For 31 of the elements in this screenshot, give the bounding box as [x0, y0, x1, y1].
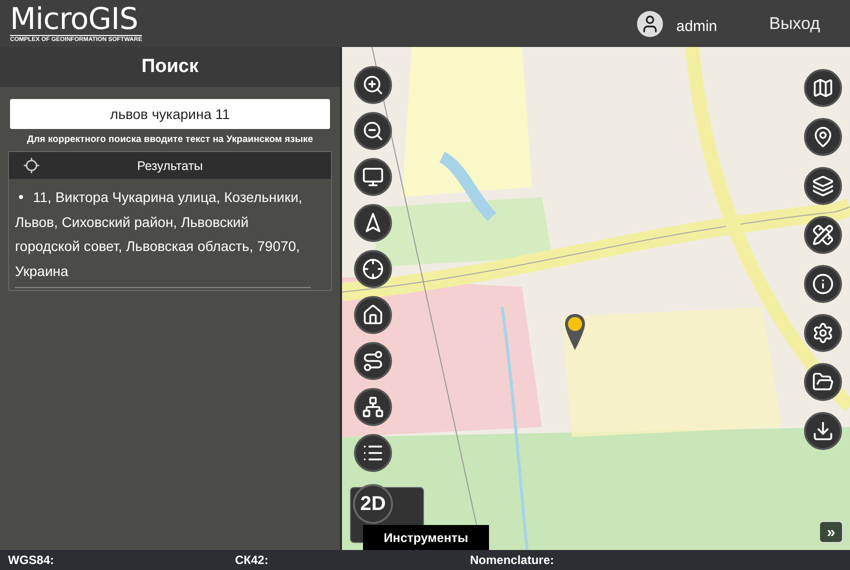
coordinate-label: СК42:	[235, 553, 270, 567]
folder-icon	[812, 371, 834, 393]
network-icon	[362, 396, 384, 418]
route-icon	[362, 350, 384, 372]
zoom-in-icon	[362, 74, 384, 96]
crosshair-icon	[362, 258, 384, 280]
logo-title: MicroGIS	[10, 4, 139, 34]
results-title: Результаты	[137, 158, 203, 172]
zoom-out-icon	[362, 120, 384, 142]
house-icon	[362, 304, 384, 326]
panel-title: Поиск	[0, 47, 340, 87]
user-name: admin	[676, 18, 718, 35]
avatar-icon	[637, 10, 664, 36]
search-hint: Для корректного поиска вводите текст на Украинском языке	[26, 134, 314, 145]
target-icon	[23, 157, 40, 174]
download-icon	[812, 420, 834, 442]
logout-link[interactable]: Выход	[769, 14, 820, 34]
search-field[interactable]: львов чукарина 11	[10, 99, 330, 129]
tools-tab[interactable]: Инструменты	[363, 525, 489, 550]
expand-button[interactable]: »	[819, 521, 843, 543]
map-pin-icon	[812, 126, 834, 148]
monitor-icon	[362, 166, 384, 188]
result-item[interactable]: 11, Виктора Чукарина улица, Козельники, Львов, Сиховский район, Львовский городской совет, Львовская область, 79070, Украина	[15, 185, 311, 288]
settings-icon	[812, 322, 834, 344]
coordinate-label: Nomenclature:	[470, 553, 556, 567]
pencil-ruler-icon	[812, 224, 834, 246]
layers-icon	[812, 175, 834, 197]
coordinate-label: WGS84:	[8, 553, 56, 567]
map-pin-marker	[564, 313, 586, 351]
map-icon	[812, 77, 834, 99]
info-icon	[812, 273, 834, 295]
